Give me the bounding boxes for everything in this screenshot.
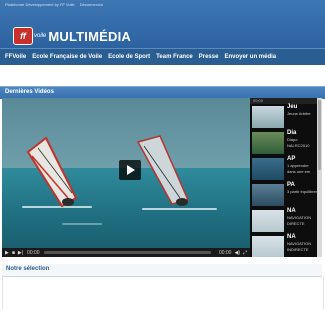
playlist-top-text: 00:00	[253, 98, 264, 103]
site-header: Plateforme Développement by FF Voile Déc…	[0, 0, 325, 48]
playlist-item-desc: 1 apprendre dans une em	[287, 163, 311, 174]
logo-sub: voile	[34, 33, 47, 39]
top-note: Plateforme Développement by FF Voile Déc…	[5, 2, 107, 7]
site-logo[interactable]: ff voile MULTIMÉDIA	[13, 27, 131, 45]
playlist-thumbnail	[252, 132, 284, 154]
playlist-item[interactable]: NA NAVIGATION INDIRECTE	[250, 234, 317, 257]
playlist-item[interactable]: Dia Diapo NALRC2010	[250, 130, 317, 158]
playlist-item-title: PA	[287, 182, 295, 188]
selection-header: Notre sélection	[2, 264, 322, 277]
playlist-thumbnail	[252, 184, 284, 206]
video-playlist: 00:00 Jeu Jeune Arbitre Dia Diapo NALRC2…	[250, 98, 317, 257]
next-control-icon[interactable]: ▶|	[18, 250, 23, 256]
selection-title: Notre sélection	[6, 266, 50, 272]
nav-item-ecole-sport[interactable]: Ecole de Sport	[108, 54, 150, 60]
sail-right	[136, 135, 190, 205]
playlist-item[interactable]: AP 1 apprendre dans une em	[250, 156, 317, 184]
player-controls: ▶ ■ ▶| 00:00 00:00 ◀) ⤢	[2, 248, 250, 257]
fullscreen-icon[interactable]: ⤢	[243, 250, 247, 256]
playlist-item-title: Dia	[287, 130, 297, 136]
playlist-item-desc: Jeune Arbitre	[287, 111, 311, 116]
selection-body	[2, 277, 324, 309]
playlist-thumbnail	[252, 236, 284, 257]
playlist-item-title: AP	[287, 156, 296, 162]
progress-bar[interactable]	[43, 251, 211, 254]
play-control-icon[interactable]: ▶	[5, 250, 9, 256]
latest-videos-title: Dernières Vidéos	[5, 89, 54, 95]
playlist-item-title: NA	[287, 234, 296, 240]
logo-text: MULTIMÉDIA	[48, 28, 131, 44]
video-player[interactable]	[2, 98, 250, 248]
playlist-item[interactable]: NA NAVIGATION DIRECTE	[250, 208, 317, 236]
surfer-right	[176, 198, 188, 206]
playlist-item-desc: 3 partir équilibrer	[287, 189, 317, 194]
playlist-item-title: Jeu	[287, 104, 298, 110]
play-icon[interactable]	[119, 160, 141, 180]
playlist-item-desc: NAVIGATION DIRECTE	[287, 215, 312, 226]
logout-link[interactable]: Déconnexion	[80, 2, 103, 7]
playlist-item-desc: Diapo NALRC2010	[287, 137, 310, 148]
playlist-item-desc: NAVIGATION INDIRECTE	[287, 241, 312, 252]
nav-item-envoyer-media[interactable]: Envoyer un média	[224, 54, 276, 60]
nav-item-presse[interactable]: Presse	[199, 54, 219, 60]
scrollbar-thumb[interactable]	[318, 100, 321, 170]
time-total: 00:00	[218, 249, 232, 256]
playlist-thumbnail	[252, 158, 284, 180]
volume-icon[interactable]: ◀)	[234, 250, 240, 256]
nav-item-ecole-francaise[interactable]: Ecole Française de Voile	[32, 54, 102, 60]
nav-item-ffvoile[interactable]: FFVoile	[5, 54, 26, 60]
time-current: 00:00	[27, 249, 40, 256]
playlist-scrollbar[interactable]	[317, 98, 322, 257]
playlist-thumbnail	[252, 106, 284, 128]
stop-control-icon[interactable]: ■	[12, 250, 15, 256]
playlist-item[interactable]: Jeu Jeune Arbitre	[250, 104, 317, 132]
nav-item-team-france[interactable]: Team France	[156, 54, 193, 60]
surfer-left	[62, 198, 74, 206]
playlist-thumbnail	[252, 210, 284, 232]
top-note-text: Plateforme Développement by FF Voile	[5, 2, 75, 7]
playlist-item[interactable]: PA 3 partir équilibrer	[250, 182, 317, 210]
playlist-item-title: NA	[287, 208, 296, 214]
main-nav: FFVoile Ecole Française de Voile Ecole d…	[0, 48, 325, 65]
ffvoile-logo-badge: ff	[13, 27, 33, 45]
sail-left	[26, 136, 78, 208]
